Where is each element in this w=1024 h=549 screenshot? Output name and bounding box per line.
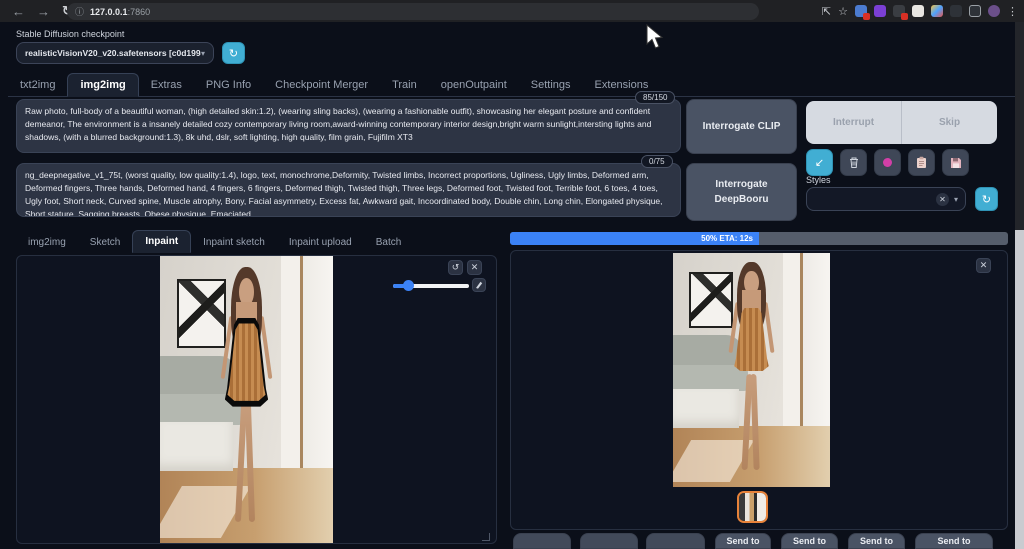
checkpoint-dropdown[interactable]: realisticVisionV20_v20.safetensors [c0d1…: [16, 42, 214, 64]
tab-img2img[interactable]: img2img: [67, 73, 138, 97]
subtab-inpaint-sketch[interactable]: Inpaint sketch: [191, 232, 277, 253]
tab-extras[interactable]: Extras: [139, 74, 194, 96]
prompt-token-counter: 85/150: [635, 91, 675, 104]
interrupt-button[interactable]: Interrupt: [806, 101, 901, 144]
browser-toolbar: ← → ↻ ⓘ 127.0.0.1 :7860 ⇱ ☆ ⋮: [0, 0, 1024, 22]
tab-txt2img[interactable]: txt2img: [8, 74, 67, 96]
paste-arrow-icon: ↙: [815, 156, 824, 169]
tab-png-info[interactable]: PNG Info: [194, 74, 263, 96]
subtab-batch[interactable]: Batch: [364, 232, 414, 253]
scrollbar-thumb[interactable]: [1015, 230, 1024, 549]
refresh-checkpoint-button[interactable]: ↻: [222, 42, 245, 64]
extension-icon[interactable]: [874, 5, 886, 17]
app-window: ← → ↻ ⓘ 127.0.0.1 :7860 ⇱ ☆ ⋮ Stable Dif…: [0, 0, 1024, 549]
paste-params-button[interactable]: ↙: [806, 149, 833, 176]
main-tab-bar: txt2img img2img Extras PNG Info Checkpoi…: [8, 74, 1016, 97]
thumbnail-image: [739, 493, 766, 521]
extensions-puzzle-icon[interactable]: [950, 5, 962, 17]
chevron-down-icon: ▾: [954, 195, 958, 204]
bookmark-star-icon[interactable]: ☆: [838, 5, 848, 18]
extension-icon[interactable]: [855, 5, 867, 17]
slider-handle[interactable]: [403, 280, 414, 291]
clear-image-button[interactable]: ✕: [467, 260, 482, 275]
send-to-img2img-button[interactable]: Send to: [715, 533, 771, 549]
brush-icon: [475, 281, 483, 289]
checkpoint-label: Stable Diffusion checkpoint: [16, 29, 124, 39]
wall-art: [689, 272, 733, 328]
progress-fill: 50% ETA: 12s: [510, 232, 759, 245]
interrupt-skip-group: Interrupt Skip: [806, 101, 997, 144]
send-to-extras-button[interactable]: Send to: [848, 533, 905, 549]
skip-button[interactable]: Skip: [902, 101, 997, 144]
subtab-inpaint-upload[interactable]: Inpaint upload: [277, 232, 364, 253]
clipboard-icon: [916, 156, 927, 169]
styles-dropdown[interactable]: ✕ ▾: [806, 187, 966, 211]
extension-icon[interactable]: [912, 5, 924, 17]
prompt-input[interactable]: Raw photo, full-body of a beautiful woma…: [16, 99, 681, 153]
negative-token-counter: 0/75: [641, 155, 673, 168]
interrogate-deepbooru-button[interactable]: Interrogate DeepBooru: [686, 163, 797, 221]
zip-button[interactable]: [580, 533, 638, 549]
gallery-thumbnail-selected[interactable]: [737, 491, 768, 523]
progress-bar: 50% ETA: 12s: [510, 232, 1008, 245]
url-host: 127.0.0.1: [90, 7, 128, 17]
trash-icon: [848, 156, 860, 169]
mouse-cursor: [645, 24, 665, 50]
tab-checkpoint-merger[interactable]: Checkpoint Merger: [263, 74, 380, 96]
clear-selection-icon[interactable]: ✕: [936, 193, 949, 206]
progress-text: 50% ETA: 12s: [701, 234, 759, 243]
sidebar-icon[interactable]: [969, 5, 981, 17]
chevron-down-icon: ▾: [201, 49, 205, 58]
subtab-sketch[interactable]: Sketch: [78, 232, 133, 253]
save-style-button[interactable]: [942, 149, 969, 176]
close-preview-button[interactable]: ✕: [976, 258, 991, 273]
send-to-inpaint-button[interactable]: Send to: [781, 533, 838, 549]
extension-icon[interactable]: [893, 5, 905, 17]
floppy-save-icon: [950, 157, 962, 169]
inpaint-source-image[interactable]: [160, 256, 333, 543]
tab-train[interactable]: Train: [380, 74, 429, 96]
img2img-mode-tab-bar: img2img Sketch Inpaint Inpaint sketch In…: [16, 229, 497, 253]
interrogate-clip-button[interactable]: Interrogate CLIP: [686, 99, 797, 154]
tab-settings[interactable]: Settings: [519, 74, 583, 96]
brush-color-button[interactable]: [472, 278, 486, 292]
wall-art: [177, 279, 225, 348]
address-bar[interactable]: ⓘ 127.0.0.1 :7860: [67, 3, 759, 20]
negative-prompt-input[interactable]: ng_deepnegative_v1_75t, (worst quality, …: [16, 163, 681, 217]
tab-openoutpaint[interactable]: openOutpaint: [429, 74, 519, 96]
generated-preview-image[interactable]: [673, 253, 830, 487]
browser-actions: ⇱ ☆ ⋮: [822, 0, 1018, 22]
url-port: :7860: [128, 7, 151, 17]
extra-networks-button[interactable]: [874, 149, 901, 176]
send-to-openoutpaint-button[interactable]: Send to: [915, 533, 993, 549]
clear-prompt-button[interactable]: [840, 149, 867, 176]
subtab-img2img[interactable]: img2img: [16, 232, 78, 253]
save-button[interactable]: [513, 533, 571, 549]
extension-icon[interactable]: [931, 5, 943, 17]
brush-size-slider[interactable]: [393, 281, 469, 290]
subtab-inpaint[interactable]: Inpaint: [132, 230, 191, 253]
site-info-icon[interactable]: ⓘ: [75, 5, 84, 18]
share-icon[interactable]: ⇱: [822, 5, 831, 18]
send-button[interactable]: [646, 533, 705, 549]
menu-dots-icon[interactable]: ⋮: [1007, 5, 1018, 18]
resize-handle[interactable]: [482, 533, 490, 541]
checkpoint-value: realisticVisionV20_v20.safetensors [c0d1…: [25, 48, 201, 58]
undo-button[interactable]: ↺: [448, 260, 463, 275]
profile-avatar[interactable]: [988, 5, 1000, 17]
apply-styles-button[interactable]: [908, 149, 935, 176]
styles-label: Styles: [806, 175, 831, 185]
back-icon[interactable]: ←: [12, 4, 25, 19]
extra-networks-icon: [883, 158, 892, 167]
refresh-styles-button[interactable]: ↻: [975, 187, 998, 211]
forward-icon[interactable]: →: [37, 4, 50, 19]
